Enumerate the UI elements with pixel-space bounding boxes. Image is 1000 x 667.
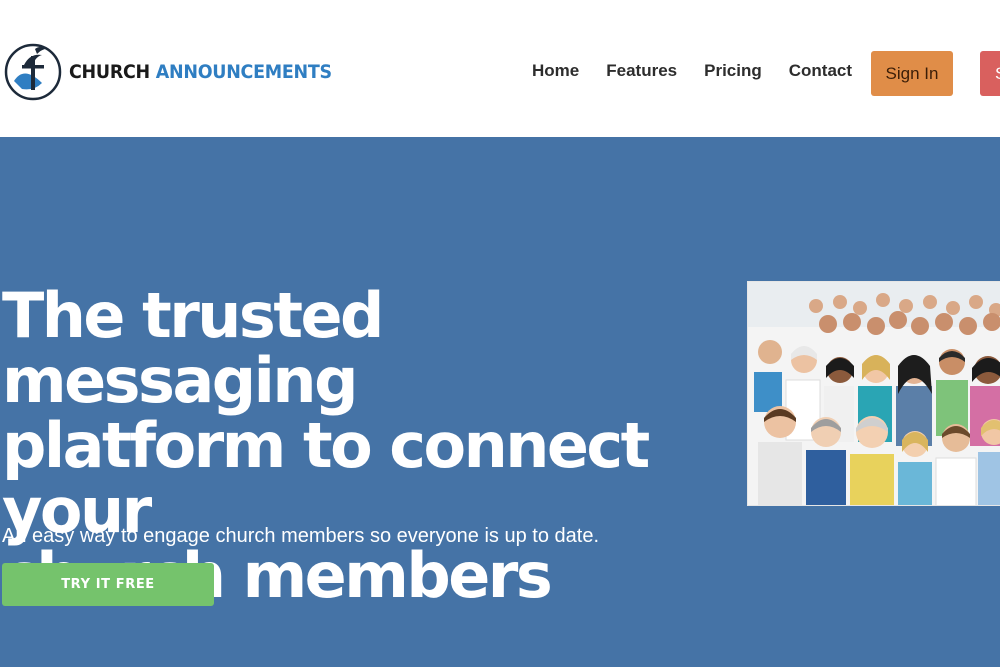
cross-church-icon [4,43,62,101]
nav-features-link[interactable]: Features [606,61,677,81]
logo-text: CHURCH ANNOUNCEMENTS [69,61,332,83]
logo-word-announcements: ANNOUNCEMENTS [155,61,332,83]
nav-contact-link[interactable]: Contact [789,61,852,81]
headline-line-1: The trusted messaging [2,279,384,417]
main-nav: Home Features Pricing Contact [532,61,879,81]
nav-home-link[interactable]: Home [532,61,579,81]
hero-headline: The trusted messaging platform to connec… [2,283,722,608]
sign-in-button[interactable]: Sign In [871,51,953,96]
crowd-photo [747,281,1000,506]
try-it-free-button[interactable]: TRY IT FREE [2,563,214,606]
logo[interactable]: CHURCH ANNOUNCEMENTS [4,42,355,102]
logo-word-church: CHURCH [69,61,150,83]
nav-pricing-link[interactable]: Pricing [704,61,762,81]
hero-subtitle: An easy way to engage church members so … [2,525,600,547]
site-header: CHURCH ANNOUNCEMENTS Home Features Prici… [0,0,1000,137]
hero-section: The trusted messaging platform to connec… [0,137,1000,667]
sign-up-button[interactable]: S [980,51,1000,96]
